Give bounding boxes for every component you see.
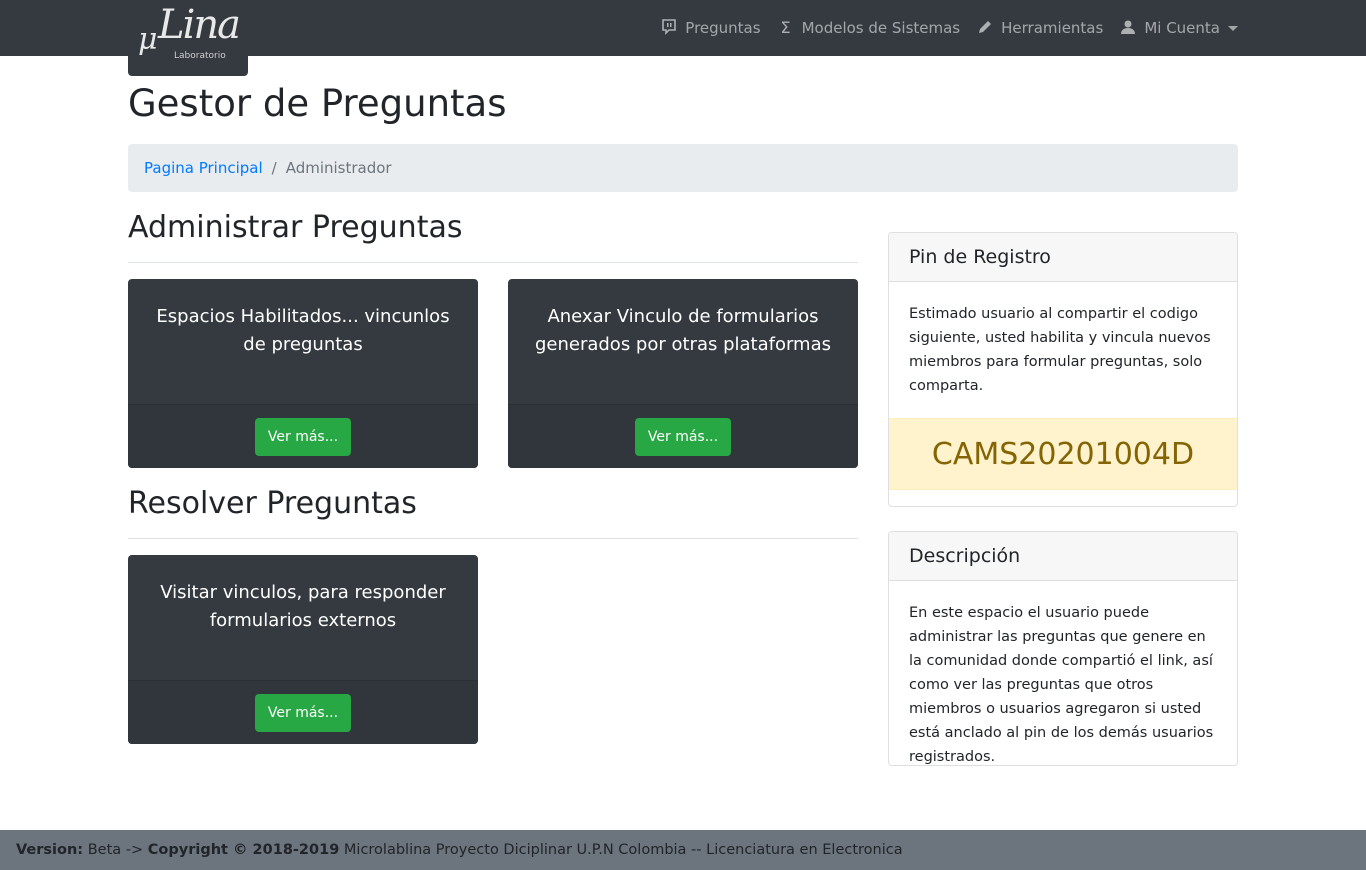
pin-card-text: Estimado usuario al compartir el codigo … (909, 306, 1211, 394)
admin-card-espacios-text: Espacios Habilitados... vincunlos de pre… (156, 306, 450, 355)
nav-item-preguntas[interactable]: Preguntas (660, 19, 761, 37)
breadcrumb-separator: / (271, 159, 277, 177)
logo-lina-text: Lina (158, 2, 241, 48)
logo-laboratorio-text: Laboratorio (174, 51, 226, 61)
chat-icon (660, 19, 678, 37)
nav-item-modelos[interactable]: Σ Modelos de Sistemas (777, 18, 961, 38)
user-icon (1119, 19, 1137, 37)
logo-mu-text: μ (138, 22, 158, 57)
footer-version-value: Beta -> (87, 842, 144, 858)
navbar: Lina μ Laboratorio Preguntas Σ Modelos d… (0, 0, 1366, 76)
admin-divider (128, 262, 858, 263)
nav-item-herramientas-label: Herramientas (1001, 19, 1104, 37)
footer: Version: Beta -> Copyright © 2018-2019 M… (0, 830, 1366, 870)
pencil-icon (976, 19, 994, 37)
admin-card-espacios: Espacios Habilitados... vincunlos de pre… (128, 279, 478, 468)
breadcrumb: Pagina Principal / Administrador (128, 144, 1238, 192)
page-title: Gestor de Preguntas (128, 82, 507, 125)
resolve-card-visitar-text: Visitar vinculos, para responder formula… (160, 582, 446, 631)
nav-item-preguntas-label: Preguntas (685, 19, 761, 37)
admin-card-anexar-text: Anexar Vinculo de formularios generados … (534, 306, 832, 355)
ver-mas-button[interactable]: Ver más... (634, 417, 732, 456)
resolve-divider (128, 538, 858, 539)
footer-copyright-label: Copyright © 2018-2019 (147, 842, 340, 858)
nav-item-mi-cuenta[interactable]: Mi Cuenta (1119, 19, 1238, 37)
footer-copyright-text: Microlablina Proyecto Diciplinar U.P.N C… (343, 842, 903, 858)
description-card-text: En este espacio el usuario puede adminis… (909, 605, 1214, 765)
pin-card-header: Pin de Registro (889, 233, 1237, 282)
sigma-icon: Σ (780, 18, 791, 37)
admin-card-anexar: Anexar Vinculo de formularios generados … (508, 279, 858, 468)
nav-item-modelos-label: Modelos de Sistemas (801, 19, 961, 37)
ver-mas-button[interactable]: Ver más... (254, 693, 352, 732)
nav-item-herramientas[interactable]: Herramientas (976, 19, 1103, 37)
ver-mas-button[interactable]: Ver más... (254, 417, 352, 456)
nav-item-mi-cuenta-label: Mi Cuenta (1144, 19, 1220, 37)
breadcrumb-home-link[interactable]: Pagina Principal (144, 159, 263, 177)
pin-code: CAMS20201004D (889, 418, 1237, 490)
chevron-down-icon (1228, 25, 1238, 31)
admin-section-title: Administrar Preguntas (128, 210, 463, 245)
description-card: Descripción En este espacio el usuario p… (888, 531, 1238, 766)
brand-logo[interactable]: Lina μ Laboratorio (128, 0, 248, 76)
footer-version-label: Version: (16, 842, 84, 858)
breadcrumb-current: Administrador (285, 159, 392, 177)
pin-card: Pin de Registro Estimado usuario al comp… (888, 232, 1238, 507)
nav-menu: Preguntas Σ Modelos de Sistemas Herramie… (644, 0, 1238, 56)
resolve-section-title: Resolver Preguntas (128, 486, 417, 521)
description-card-header: Descripción (889, 532, 1237, 581)
resolve-card-visitar: Visitar vinculos, para responder formula… (128, 555, 478, 744)
